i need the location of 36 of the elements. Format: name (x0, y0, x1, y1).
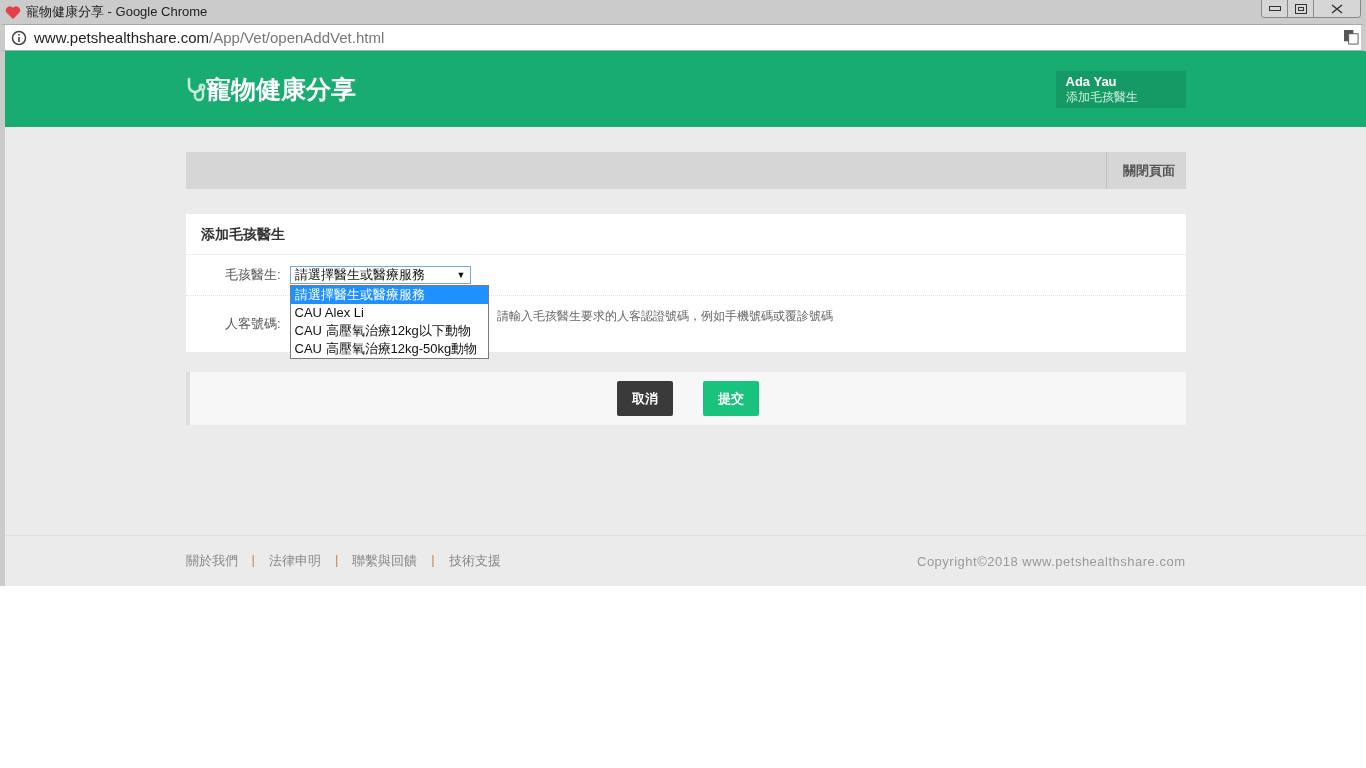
info-icon[interactable] (11, 29, 27, 46)
url-text[interactable]: www.petshealthshare.com/App/Vet/openAddVet.html (34, 29, 385, 46)
separator: | (334, 552, 339, 569)
maximize-button[interactable] (1287, 0, 1313, 17)
heart-icon (5, 4, 21, 20)
close-button[interactable] (1313, 0, 1360, 17)
user-name: Ada Yau (1065, 73, 1118, 89)
form-title: 添加毛孩醫生 (185, 214, 1186, 255)
site-logo[interactable]: 寵物健康分享 (205, 72, 356, 106)
dropdown-option[interactable]: CAU 高壓氧治療12kg以下動物 (290, 322, 488, 340)
window-title: 寵物健康分享 - Google Chrome (26, 3, 208, 21)
footer-link[interactable]: 法律申明 (268, 552, 321, 570)
close-icon (1331, 3, 1343, 14)
dropdown-option[interactable]: 請選擇醫生或醫療服務 (290, 286, 488, 304)
footer-link[interactable]: 技術支援 (448, 552, 501, 570)
copyright-text: Copyright©2018 www.petshealthshare.com (917, 553, 1186, 569)
field-label: 人客號碼: (223, 315, 281, 333)
maximize-icon (1294, 3, 1307, 14)
minimize-icon (1268, 5, 1281, 12)
submit-button[interactable]: 提交 (702, 381, 759, 416)
translate-icon[interactable] (1344, 30, 1359, 45)
field-label: 毛孩醫生: (223, 266, 281, 284)
close-page-button[interactable]: 關閉頁面 (1105, 152, 1186, 189)
vet-select[interactable]: 請選擇醫生或醫療服務 ▼ (289, 266, 471, 284)
footer-link[interactable]: 聯繫與回饋 (352, 552, 418, 570)
field-hint: 請輸入毛孩醫生要求的人客認證號碼，例如手機號碼或覆診號碼 (496, 307, 833, 325)
dropdown-option[interactable]: CAU Alex Li (290, 304, 488, 322)
user-panel[interactable]: Ada Yau 添加毛孩醫生 (1055, 70, 1186, 108)
minimize-button[interactable] (1262, 0, 1287, 17)
separator: | (431, 552, 435, 569)
footer-link[interactable]: 關於我們 (185, 552, 238, 570)
separator: | (251, 552, 255, 569)
stethoscope-icon (185, 76, 206, 102)
dropdown-option[interactable]: CAU 高壓氧治療12kg-50kg動物 (290, 340, 488, 358)
cancel-button[interactable]: 取消 (616, 381, 673, 416)
page-label: 添加毛孩醫生 (1065, 88, 1139, 106)
